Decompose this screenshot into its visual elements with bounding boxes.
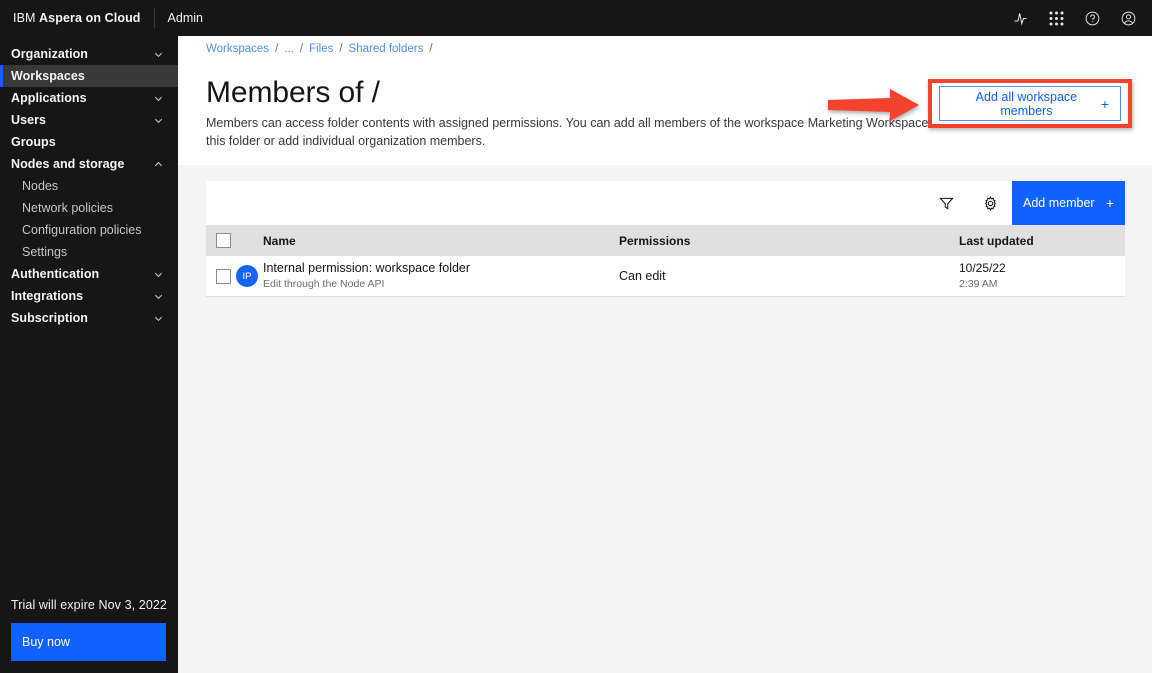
cell-last-updated: 10/25/22 2:39 AM <box>959 261 1125 291</box>
chevron-down-icon <box>153 49 164 60</box>
header-admin-link[interactable]: Admin <box>155 0 216 36</box>
trial-section: Trial will expire Nov 3, 2022 Buy now <box>0 598 178 673</box>
sidebar-item-workspaces[interactable]: Workspaces <box>0 65 178 87</box>
sidebar-item-authentication[interactable]: Authentication <box>0 263 178 285</box>
sidebar-item-integrations[interactable]: Integrations <box>0 285 178 307</box>
sidebar-item-subscription[interactable]: Subscription <box>0 307 178 329</box>
account-icon[interactable] <box>1110 0 1146 36</box>
avatar: IP <box>236 265 258 287</box>
select-all-cell <box>206 233 263 248</box>
plus-icon: + <box>1105 195 1114 211</box>
breadcrumb-item-shared-folders[interactable]: Shared folders <box>349 43 424 55</box>
add-all-workspace-members-button[interactable]: Add all workspace members + <box>939 86 1121 121</box>
row-select-cell: IP <box>206 265 263 287</box>
sidebar-subitem-label: Network policies <box>22 201 114 215</box>
row-checkbox[interactable] <box>216 268 231 284</box>
sidebar-subitem-label: Nodes <box>22 179 59 193</box>
breadcrumb-item-workspaces[interactable]: Workspaces <box>206 43 269 55</box>
chevron-down-icon <box>153 115 164 126</box>
filter-icon[interactable] <box>924 181 968 225</box>
sidebar-item-label: Groups <box>11 135 56 149</box>
sidebar-item-label: Nodes and storage <box>11 157 125 171</box>
add-all-label: Add all workspace members <box>975 89 1078 118</box>
sidebar-item-groups[interactable]: Groups <box>0 131 178 153</box>
annotation-arrow-icon <box>828 89 919 121</box>
chevron-down-icon <box>153 313 164 324</box>
plus-icon: + <box>1100 95 1109 112</box>
sidebar-item-applications[interactable]: Applications <box>0 87 178 109</box>
sidebar-subitem-label: Configuration policies <box>22 223 142 237</box>
sidebar-item-label: Subscription <box>11 311 88 325</box>
brand-product: Aspera on Cloud <box>39 11 141 25</box>
brand-ibm: IBM <box>13 11 36 25</box>
sidebar-item-organization[interactable]: Organization <box>0 43 178 65</box>
select-all-checkbox[interactable] <box>216 233 231 248</box>
trial-expiry-text: Trial will expire Nov 3, 2022 <box>11 598 167 612</box>
sidebar: Organization Workspaces Applications Use… <box>0 36 178 673</box>
help-icon[interactable] <box>1074 0 1110 36</box>
cell-name: Internal permission: workspace folder Ed… <box>263 261 619 292</box>
breadcrumb-item-files[interactable]: Files <box>309 43 333 55</box>
breadcrumb-separator: / <box>299 43 304 55</box>
gear-icon[interactable] <box>968 181 1012 225</box>
cell-permissions: Can edit <box>619 269 666 283</box>
updated-date: 10/25/22 <box>959 260 1006 275</box>
sidebar-item-nodes-and-storage[interactable]: Nodes and storage <box>0 153 178 175</box>
activity-icon[interactable] <box>1002 0 1038 36</box>
members-table: Add member + Name Permissions Last updat… <box>206 181 1125 297</box>
member-name: Internal permission: workspace folder <box>263 260 471 275</box>
member-name-subtitle: Edit through the Node API <box>263 278 385 291</box>
annotation-highlight-box: Add all workspace members + <box>928 79 1132 128</box>
buy-now-button[interactable]: Buy now <box>11 623 166 661</box>
sidebar-item-settings[interactable]: Settings <box>0 241 178 263</box>
sidebar-item-network-policies[interactable]: Network policies <box>0 197 178 219</box>
chevron-down-icon <box>153 269 164 280</box>
table-toolbar: Add member + <box>206 181 1125 225</box>
sidebar-item-label: Users <box>11 113 46 127</box>
top-header: IBM Aspera on Cloud Admin <box>0 0 1152 36</box>
page-header: Workspaces / ... / Files / Shared folder… <box>178 36 1152 165</box>
chevron-down-icon <box>153 291 164 302</box>
sidebar-item-label: Organization <box>11 47 88 61</box>
breadcrumb-item-overflow[interactable]: ... <box>284 43 294 55</box>
sidebar-item-users[interactable]: Users <box>0 109 178 131</box>
breadcrumb-separator: / <box>275 43 279 55</box>
breadcrumb-separator: / <box>339 43 343 55</box>
sidebar-item-label: Integrations <box>11 289 84 303</box>
chevron-down-icon <box>153 93 164 104</box>
column-header-name[interactable]: Name <box>263 234 619 248</box>
main-content: Workspaces / ... / Files / Shared folder… <box>178 36 1152 673</box>
sidebar-item-label: Applications <box>11 91 87 105</box>
column-header-permissions[interactable]: Permissions <box>619 234 959 248</box>
app-root: IBM Aspera on Cloud Admin Organization W… <box>0 0 1152 673</box>
add-member-label: Add member <box>1023 196 1095 210</box>
sidebar-item-configuration-policies[interactable]: Configuration policies <box>0 219 178 241</box>
add-member-button[interactable]: Add member + <box>1012 181 1125 225</box>
brand-logo[interactable]: IBM Aspera on Cloud <box>0 0 154 36</box>
sidebar-item-nodes[interactable]: Nodes <box>0 175 178 197</box>
sidebar-nav: Organization Workspaces Applications Use… <box>0 36 178 598</box>
sidebar-item-label: Workspaces <box>11 69 85 83</box>
column-header-last-updated[interactable]: Last updated <box>959 234 1125 248</box>
breadcrumb: Workspaces / ... / Files / Shared folder… <box>206 36 1152 55</box>
table-row[interactable]: IP Internal permission: workspace folder… <box>206 256 1125 297</box>
header-icon-group <box>1002 0 1152 36</box>
updated-time: 2:39 AM <box>959 277 998 290</box>
table-header-row: Name Permissions Last updated <box>206 225 1125 256</box>
breadcrumb-separator-trailing: / <box>429 43 433 55</box>
app-switcher-icon[interactable] <box>1038 0 1074 36</box>
chevron-up-icon <box>153 159 164 170</box>
sidebar-item-label: Authentication <box>11 267 100 281</box>
sidebar-subitem-label: Settings <box>22 245 68 259</box>
